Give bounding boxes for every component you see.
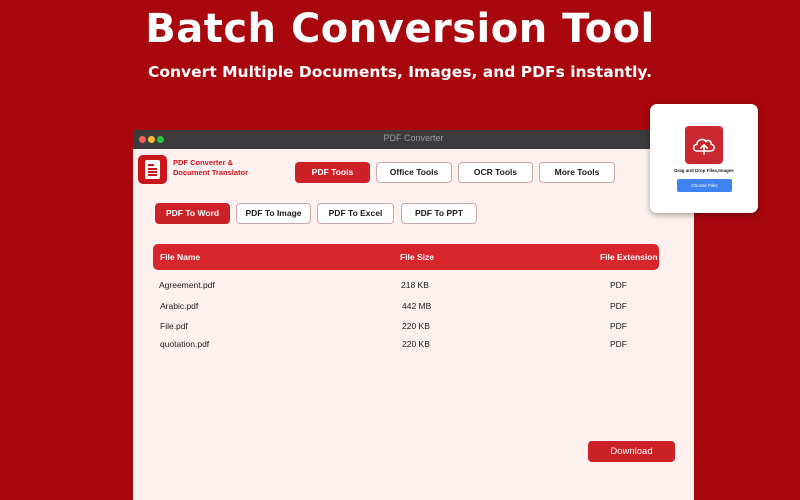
tab-more-tools[interactable]: More Tools (539, 162, 615, 183)
window-title: PDF Converter (383, 133, 444, 143)
subtab-pdf-to-word[interactable]: PDF To Word (155, 203, 230, 224)
file-name-cell: Agreement.pdf (159, 280, 215, 290)
app-window: PDF Converter PDF Converter & Document T… (133, 130, 694, 500)
column-header-file-extension: File Extension (600, 252, 658, 262)
file-extension-cell: PDF (610, 339, 627, 349)
file-name-cell: File.pdf (160, 321, 188, 331)
file-size-cell: 220 KB (402, 321, 430, 331)
drop-zone-text: Drag and Drop Files,Images (674, 168, 734, 173)
subtab-pdf-to-image[interactable]: PDF To Image (236, 203, 311, 224)
hero-subtitle: Convert Multiple Documents, Images, and … (148, 63, 652, 81)
subtab-pdf-to-excel[interactable]: PDF To Excel (317, 203, 394, 224)
brand-name: PDF Converter & Document Translator (173, 158, 283, 178)
brand-name-line1: PDF Converter & (173, 158, 234, 167)
table-header: File Name File Size File Extension (153, 244, 659, 270)
download-button[interactable]: Download (588, 441, 675, 462)
file-name-cell: Arabic.pdf (160, 301, 199, 311)
hero-title: Batch Conversion Tool (145, 6, 655, 52)
column-header-file-name: File Name (160, 252, 201, 262)
pdf-document-icon (138, 155, 167, 184)
file-size-cell: 220 KB (402, 339, 430, 349)
brand-name-line2: Document Translator (173, 168, 249, 177)
file-extension-cell: PDF (610, 301, 627, 311)
tab-pdf-tools[interactable]: PDF Tools (295, 162, 370, 183)
tab-ocr-tools[interactable]: OCR Tools (458, 162, 533, 183)
file-name-cell: quotation.pdf (160, 339, 210, 349)
drop-zone-card[interactable]: Drag and Drop Files,Images Choose Files (650, 104, 758, 213)
file-size-cell: 218 KB (401, 280, 429, 290)
column-header-file-size: File Size (400, 252, 435, 262)
cloud-upload-icon (685, 126, 723, 164)
tab-office-tools[interactable]: Office Tools (376, 162, 452, 183)
file-size-cell: 442 MB (402, 301, 432, 311)
subtab-pdf-to-ppt[interactable]: PDF To PPT (401, 203, 477, 224)
window-titlebar: PDF Converter (133, 130, 694, 149)
file-extension-cell: PDF (610, 321, 627, 331)
file-extension-cell: PDF (610, 280, 627, 290)
choose-files-button[interactable]: Choose Files (677, 179, 732, 192)
